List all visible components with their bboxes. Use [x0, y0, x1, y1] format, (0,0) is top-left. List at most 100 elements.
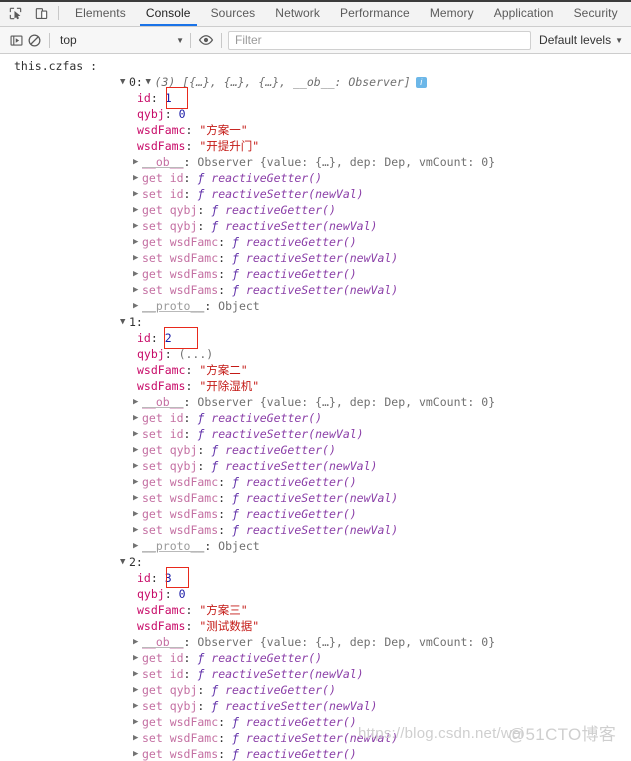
disclosure-triangle-icon[interactable]: ▶	[133, 154, 142, 170]
tabbar-tool-icons	[0, 0, 56, 26]
disclosure-triangle-icon[interactable]: ▶	[133, 202, 142, 218]
tab-network[interactable]: Network	[265, 0, 330, 26]
tab-sources[interactable]: Sources	[201, 0, 266, 26]
array-index-row-0: ▼ 0:	[120, 74, 143, 90]
console-filter-toolbar: top ▼ Filter Default levels ▼	[0, 27, 631, 54]
disclosure-triangle-icon[interactable]: ▶	[133, 218, 142, 234]
accessor-row-get-id-0: ▶ get id: ƒ reactiveGetter()	[133, 170, 323, 186]
disclosure-triangle-icon[interactable]: ▶	[133, 506, 142, 522]
disclosure-triangle-icon[interactable]: ▶	[133, 474, 142, 490]
filter-placeholder: Filter	[235, 33, 262, 47]
disclosure-triangle-icon[interactable]: ▶	[133, 410, 142, 426]
tab-memory[interactable]: Memory	[420, 0, 484, 26]
array-index-row-1: ▼ 1:	[120, 314, 143, 330]
log-levels-dropdown[interactable]: Default levels ▼	[539, 33, 625, 47]
accessor-row-set-wsdFams-0: ▶ set wsdFams: ƒ reactiveSetter(newVal)	[133, 282, 399, 298]
accessor-row-set-id-2: ▶ set id: ƒ reactiveSetter(newVal)	[133, 666, 364, 682]
object-tree-rows: ▼ 0: id: 1 qybj: 0 wsdFamc: "方案一" wsdFams: "开…	[0, 74, 631, 761]
tab-performance[interactable]: Performance	[330, 0, 420, 26]
property-row-wsdFamc-1: wsdFamc: "方案二"	[137, 363, 248, 377]
execution-context-selector[interactable]: top ▼	[56, 33, 184, 47]
accessor-row-get-wsdFamc-2: ▶ get wsdFamc: ƒ reactiveGetter()	[133, 714, 357, 730]
disclosure-triangle-icon[interactable]: ▶	[133, 522, 142, 538]
accessor-row-get-id-1: ▶ get id: ƒ reactiveGetter()	[133, 410, 323, 426]
disclosure-triangle-icon[interactable]: ▶	[133, 250, 142, 266]
devtools-tabbar: Elements Console Sources Network Perform…	[0, 0, 631, 27]
disclosure-triangle-icon[interactable]: ▶	[133, 458, 142, 474]
property-row-id-1: id: 2	[137, 331, 172, 345]
filterbar-divider-3	[221, 32, 222, 48]
disclosure-triangle-icon[interactable]: ▶	[133, 730, 142, 746]
tab-application[interactable]: Application	[484, 0, 564, 26]
disclosure-triangle-icon[interactable]: ▶	[133, 426, 142, 442]
disclosure-triangle-icon[interactable]: ▶	[133, 442, 142, 458]
property-row-ob-1: ▶ __ob__: Observer {value: {…}, dep: Dep,…	[133, 394, 496, 410]
disclosure-triangle-icon[interactable]: ▶	[133, 394, 142, 410]
disclosure-triangle-icon[interactable]: ▶	[133, 234, 142, 250]
tab-elements-label: Elements	[75, 6, 126, 20]
property-row-wsdFams-0: wsdFams: "开提升门"	[137, 139, 260, 153]
tab-elements[interactable]: Elements	[65, 0, 136, 26]
property-row-wsdFams-2: wsdFams: "测试数据"	[137, 619, 260, 633]
accessor-row-get-id-2: ▶ get id: ƒ reactiveGetter()	[133, 650, 323, 666]
tab-memory-label: Memory	[429, 6, 474, 20]
accessor-row-get-wsdFamc-0: ▶ get wsdFamc: ƒ reactiveGetter()	[133, 234, 357, 250]
execute-snippet-icon[interactable]	[7, 31, 25, 49]
property-row-qybj-0: qybj: 0	[137, 107, 186, 121]
accessor-row-set-qybj-0: ▶ set qybj: ƒ reactiveSetter(newVal)	[133, 218, 378, 234]
property-row-qybj-1: qybj: (...)	[137, 347, 214, 361]
accessor-row-get-wsdFams-2: ▶ get wsdFams: ƒ reactiveGetter()	[133, 746, 357, 761]
disclosure-triangle-icon[interactable]: ▶	[133, 666, 142, 682]
clear-console-icon[interactable]	[25, 31, 43, 49]
panel-tabs: Elements Console Sources Network Perform…	[65, 0, 631, 26]
disclosure-triangle-icon[interactable]: ▶	[133, 170, 142, 186]
accessor-row-set-qybj-2: ▶ set qybj: ƒ reactiveSetter(newVal)	[133, 698, 378, 714]
disclosure-triangle-icon[interactable]: ▶	[133, 634, 142, 650]
disclosure-triangle-icon[interactable]: ▼	[120, 74, 129, 90]
property-row-id-2: id: 3	[137, 571, 172, 585]
tab-network-label: Network	[275, 6, 321, 20]
disclosure-triangle-icon[interactable]: ▶	[133, 746, 142, 761]
filter-input[interactable]: Filter	[228, 30, 532, 50]
accessor-row-set-wsdFamc-1: ▶ set wsdFamc: ƒ reactiveSetter(newVal)	[133, 490, 399, 506]
live-expression-eye-icon[interactable]	[197, 31, 215, 49]
accessor-row-get-wsdFamc-1: ▶ get wsdFamc: ƒ reactiveGetter()	[133, 474, 357, 490]
tab-console[interactable]: Console	[136, 0, 201, 26]
console-output[interactable]: this.czfas : ▼ (3) [{…}, {…}, {…}, __ob__…	[0, 55, 631, 761]
disclosure-triangle-icon[interactable]: ▶	[133, 282, 142, 298]
disclosure-triangle-icon[interactable]: ▶	[133, 682, 142, 698]
inspect-element-icon[interactable]	[7, 5, 24, 22]
disclosure-triangle-icon[interactable]: ▶	[133, 698, 142, 714]
disclosure-triangle-icon[interactable]: ▶	[133, 266, 142, 282]
property-row-proto-1: ▶ __proto__: Object	[133, 538, 260, 554]
disclosure-triangle-icon[interactable]: ▶	[133, 186, 142, 202]
disclosure-triangle-icon[interactable]: ▶	[133, 650, 142, 666]
disclosure-triangle-icon[interactable]: ▼	[120, 554, 129, 570]
property-row-id-0: id: 1	[137, 91, 172, 105]
property-row-proto-0: ▶ __proto__: Object	[133, 298, 260, 314]
accessor-row-get-wsdFams-0: ▶ get wsdFams: ƒ reactiveGetter()	[133, 266, 357, 282]
tab-security-label: Security	[573, 6, 618, 20]
device-toolbar-icon[interactable]	[33, 5, 50, 22]
accessor-row-get-qybj-2: ▶ get qybj: ƒ reactiveGetter()	[133, 682, 336, 698]
accessor-row-set-wsdFamc-2: ▶ set wsdFamc: ƒ reactiveSetter(newVal)	[133, 730, 399, 746]
property-row-qybj-2: qybj: 0	[137, 587, 186, 601]
accessor-row-set-id-0: ▶ set id: ƒ reactiveSetter(newVal)	[133, 186, 364, 202]
accessor-row-set-qybj-1: ▶ set qybj: ƒ reactiveSetter(newVal)	[133, 458, 378, 474]
property-row-ob-2: ▶ __ob__: Observer {value: {…}, dep: Dep,…	[133, 634, 496, 650]
array-index-row-2: ▼ 2:	[120, 554, 143, 570]
property-row-wsdFamc-0: wsdFamc: "方案一"	[137, 123, 248, 137]
execution-context-label: top	[60, 33, 77, 47]
property-row-wsdFamc-2: wsdFamc: "方案三"	[137, 603, 248, 617]
chevron-down-icon: ▼	[615, 35, 623, 45]
disclosure-triangle-icon[interactable]: ▶	[133, 538, 142, 554]
tab-performance-label: Performance	[340, 6, 410, 20]
tab-security[interactable]: Security	[564, 0, 628, 26]
disclosure-triangle-icon[interactable]: ▶	[133, 490, 142, 506]
disclosure-triangle-icon[interactable]: ▼	[120, 314, 129, 330]
disclosure-triangle-icon[interactable]: ▶	[133, 714, 142, 730]
accessor-row-get-qybj-1: ▶ get qybj: ƒ reactiveGetter()	[133, 442, 336, 458]
filterbar-divider-2	[190, 32, 191, 48]
tabbar-divider	[58, 6, 59, 20]
disclosure-triangle-icon[interactable]: ▶	[133, 298, 142, 314]
